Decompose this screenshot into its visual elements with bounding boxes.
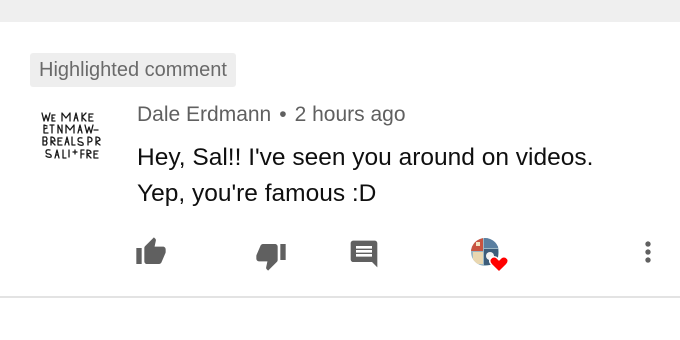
meta-separator: • [279,103,287,126]
more-vertical-icon[interactable] [632,236,664,268]
creator-heart-icon[interactable] [470,236,512,274]
thumbs-up-icon[interactable] [135,236,167,268]
comment-text-line: Hey, Sal!! I've seen you around on video… [137,144,594,171]
comment-timestamp[interactable]: 2 hours ago [295,103,406,126]
divider [0,296,680,298]
thumbs-down-icon[interactable] [255,240,287,272]
highlighted-comment-badge: Highlighted comment [30,53,236,87]
comment-text: Hey, Sal!! I've seen you around on video… [137,140,657,212]
author-name[interactable]: Dale Erdmann [137,103,271,126]
comment-text-line: Yep, you're famous :D [137,180,377,207]
top-bar [0,0,680,22]
reply-icon[interactable] [348,238,380,270]
author-avatar[interactable] [38,107,102,173]
comment-meta: Dale Erdmann • 2 hours ago [137,103,406,127]
